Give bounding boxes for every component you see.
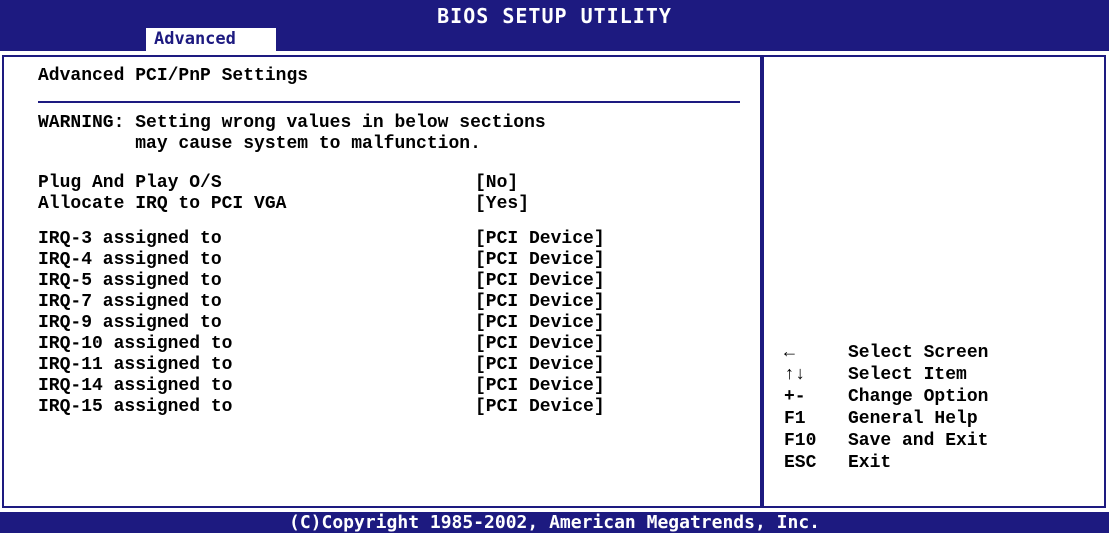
setting-value-irq-11[interactable]: [PCI Device] <box>475 355 605 376</box>
setting-label-irq-5[interactable]: IRQ-5 assigned to <box>38 271 222 292</box>
help-select-item: Select Item <box>848 365 967 385</box>
setting-value-irq-4[interactable]: [PCI Device] <box>475 250 605 271</box>
up-down-arrow-icon: ↑↓ <box>784 365 806 385</box>
help-exit: Exit <box>848 453 892 473</box>
setting-label-irq-11[interactable]: IRQ-11 assigned to <box>38 355 232 376</box>
setting-value-irq-7[interactable]: [PCI Device] <box>475 292 605 313</box>
settings-panel: Advanced PCI/PnP Settings WARNING: Setti… <box>18 62 748 502</box>
help-general-help: General Help <box>848 409 978 429</box>
setting-label-irq-7[interactable]: IRQ-7 assigned to <box>38 292 222 313</box>
tab-advanced[interactable]: Advanced <box>146 28 276 51</box>
setting-value-irq-14[interactable]: [PCI Device] <box>475 376 605 397</box>
copyright-text: (C)Copyright 1985-2002, American Megatre… <box>288 512 820 533</box>
left-arrow-icon: ← <box>784 343 795 363</box>
help-change-option: Change Option <box>848 387 989 407</box>
setting-label-pnp-os[interactable]: Plug And Play O/S <box>38 173 222 194</box>
panel-divider <box>760 55 764 508</box>
footer-bar: (C)Copyright 1985-2002, American Megatre… <box>0 512 1109 533</box>
setting-label-irq-10[interactable]: IRQ-10 assigned to <box>38 334 232 355</box>
setting-value-irq-9[interactable]: [PCI Device] <box>475 313 605 334</box>
setting-value-irq-15[interactable]: [PCI Device] <box>475 397 605 418</box>
help-select-screen: Select Screen <box>848 343 989 363</box>
setting-label-irq-14[interactable]: IRQ-14 assigned to <box>38 376 232 397</box>
setting-value-irq-5[interactable]: [PCI Device] <box>475 271 605 292</box>
setting-label-irq-pci-vga[interactable]: Allocate IRQ to PCI VGA <box>38 194 286 215</box>
setting-label-irq-15[interactable]: IRQ-15 assigned to <box>38 397 232 418</box>
title-bar: BIOS SETUP UTILITY Advanced <box>0 0 1109 51</box>
setting-value-irq-pci-vga[interactable]: [Yes] <box>475 194 529 215</box>
help-save-exit: Save and Exit <box>848 431 989 451</box>
section-divider <box>38 101 740 103</box>
warning-line-1: WARNING: Setting wrong values in below s… <box>38 113 546 133</box>
help-key-f10: F10 <box>784 431 817 451</box>
setting-value-pnp-os[interactable]: [No] <box>475 173 518 194</box>
setting-label-irq-9[interactable]: IRQ-9 assigned to <box>38 313 222 334</box>
help-key-plus-minus: +- <box>784 387 806 407</box>
setting-label-irq-3[interactable]: IRQ-3 assigned to <box>38 229 222 250</box>
help-key-esc: ESC <box>784 453 817 473</box>
section-title: Advanced PCI/PnP Settings <box>38 66 309 86</box>
help-key-f1: F1 <box>784 409 806 429</box>
warning-line-2: may cause system to malfunction. <box>38 134 481 154</box>
setting-value-irq-3[interactable]: [PCI Device] <box>475 229 605 250</box>
bios-title: BIOS SETUP UTILITY <box>437 4 672 28</box>
setting-label-irq-4[interactable]: IRQ-4 assigned to <box>38 250 222 271</box>
setting-value-irq-10[interactable]: [PCI Device] <box>475 334 605 355</box>
